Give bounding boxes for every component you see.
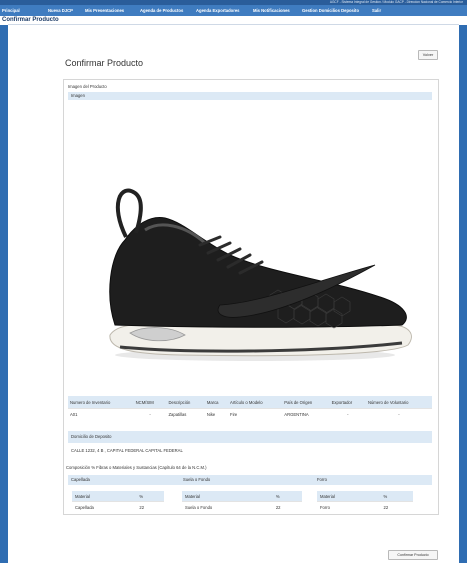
table-row: Forro 22	[317, 501, 413, 512]
cell-inventario: A01	[68, 408, 134, 420]
image-section-title: Imagen del Producto	[68, 84, 107, 89]
section-capellada: Capellada	[71, 477, 90, 482]
table-row: Suela o Fondo 22	[182, 501, 302, 512]
product-table: Numero de Inventario NCM/SIM Descripción…	[68, 396, 432, 420]
suela-percent: 22	[272, 501, 302, 512]
col-origen: País de Origen	[282, 396, 330, 409]
capellada-material: Capellada	[72, 501, 137, 512]
right-sidebar	[459, 25, 467, 563]
section-forro: Forro	[317, 477, 328, 482]
cell-voluntario: -	[365, 408, 432, 420]
cell-ncm: -	[133, 408, 167, 420]
table-row: Capellada 22	[72, 501, 164, 512]
capellada-percent: 22	[136, 501, 164, 512]
col-descripcion: Descripción	[166, 396, 205, 409]
nav-item-nueva-djcp[interactable]: Nueva DJCP	[48, 5, 73, 16]
cell-modelo: Fire	[228, 408, 283, 420]
nav-item-agenda-productos[interactable]: Agenda de Productos	[140, 5, 183, 16]
table-row: A01 - Zapatillas Nike Fire ARGENTINA - -	[68, 408, 432, 420]
cell-marca: Nike	[204, 408, 229, 420]
product-table-header: Numero de Inventario NCM/SIM Descripción…	[68, 396, 432, 409]
forro-percent: 22	[380, 501, 413, 512]
composition-band: Capellada Suela o Fondo Forro	[68, 475, 432, 485]
confirm-product-button[interactable]: Confirmar Producto	[388, 550, 438, 560]
col-exportador: Exportador	[329, 396, 366, 409]
back-button[interactable]: Volver	[418, 50, 438, 60]
product-image	[109, 188, 412, 361]
col-voluntario: Número de Voluntario	[365, 396, 432, 409]
nav-item-principal[interactable]: Principal	[2, 5, 20, 16]
capellada-col-percent: %	[136, 491, 164, 502]
nav-item-notificaciones[interactable]: Mis Notificaciones	[253, 5, 290, 16]
cell-descripcion: Zapatillas	[166, 408, 205, 420]
left-sidebar	[0, 25, 8, 563]
col-ncm: NCM/SIM	[133, 396, 167, 409]
suela-table: Material % Suela o Fondo 22	[182, 491, 302, 512]
capellada-table: Material % Capellada 22	[72, 491, 164, 512]
suela-material: Suela o Fondo	[182, 501, 273, 512]
col-marca: Marca	[204, 396, 229, 409]
main-heading: Confirmar Producto	[65, 58, 144, 68]
deposit-title: Domicilio de Deposito	[71, 434, 112, 439]
nav-item-domicilios[interactable]: Gestion Domicilios Deposito	[302, 5, 359, 16]
page-title: Confirmar Producto	[2, 17, 59, 23]
capellada-col-material: Material	[72, 491, 137, 502]
suela-col-percent: %	[272, 491, 302, 502]
cell-origen: ARGENTINA	[282, 408, 330, 420]
forro-table: Material % Forro 22	[317, 491, 413, 512]
deposit-value: CALLE 1232, 4 B , CAPITAL FEDERAL CAPITA…	[71, 448, 183, 453]
forro-col-material: Material	[317, 491, 381, 502]
col-inventario: Numero de Inventario	[68, 396, 134, 409]
nav-item-presentaciones[interactable]: Mis Presentaciones	[85, 5, 124, 16]
deposit-band: Domicilio de Deposito	[68, 431, 432, 443]
section-suela: Suela o Fondo	[183, 477, 211, 482]
nav-item-agenda-exportadores[interactable]: Agenda Exportadores	[196, 5, 240, 16]
image-band-label: Imagen	[71, 93, 85, 98]
image-band: Imagen	[68, 92, 432, 100]
forro-material: Forro	[317, 501, 381, 512]
nav-item-salir[interactable]: Salir	[372, 5, 381, 16]
suela-col-material: Material	[182, 491, 273, 502]
forro-col-percent: %	[380, 491, 413, 502]
main-nav: Principal Nueva DJCP Mis Presentaciones …	[0, 5, 467, 16]
cell-exportador: -	[329, 408, 366, 420]
col-modelo: Artículo o Modelo	[228, 396, 283, 409]
composition-title: Composición % Fibras o Materiales y Sust…	[66, 465, 207, 470]
